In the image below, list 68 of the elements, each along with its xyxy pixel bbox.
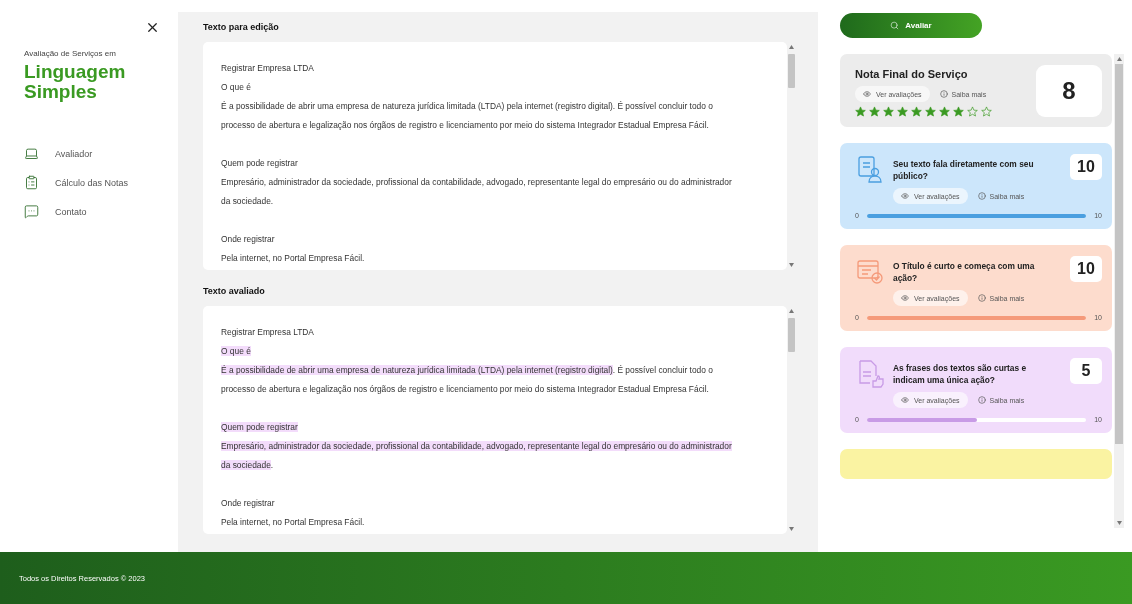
clipboard-icon [24, 175, 39, 190]
score-value: 10 [1070, 154, 1102, 180]
nav-item[interactable]: Cálculo das Notas [24, 175, 178, 190]
text-line: da sociedade. [221, 195, 275, 208]
text-line: Pela internet, no Portal Empresa Fácil. [221, 516, 366, 529]
text-area[interactable] [203, 306, 787, 534]
info-icon [977, 396, 986, 404]
text-line: O que é [221, 81, 252, 94]
info-icon [939, 90, 948, 98]
score-value: 8 [1036, 65, 1102, 117]
close-icon [145, 20, 160, 35]
scroll-down-arrow-icon[interactable] [789, 263, 794, 267]
scrollbar[interactable] [1114, 54, 1124, 528]
star-icon [967, 106, 978, 117]
card-title: Seu texto fala diretamente com seu público? [893, 158, 1035, 182]
eye-icon [901, 396, 909, 404]
document-person-icon [855, 154, 885, 184]
card-title: O Título é curto e começa com uma ação? [893, 260, 1036, 284]
search-icon [890, 21, 900, 30]
evaluate-button[interactable]: Avaliar [840, 13, 982, 38]
text-line: Registrar Empresa LTDA [221, 62, 315, 75]
chat-icon [24, 204, 39, 219]
scroll-thumb[interactable] [788, 318, 795, 352]
app-subtitle: Avaliação de Serviços em [24, 49, 117, 58]
text-line: da sociedade. [221, 459, 275, 472]
star-icon [925, 106, 936, 117]
scroll-thumb[interactable] [788, 54, 795, 88]
star-icon [953, 106, 964, 117]
scroll-down-arrow-icon[interactable] [789, 527, 794, 531]
star-icon [883, 106, 894, 117]
info-icon [977, 192, 986, 200]
section-heading: Texto avaliado [203, 286, 266, 296]
score-value: 10 [1070, 256, 1102, 282]
eye-icon [901, 192, 909, 200]
text-line: Registrar Empresa LTDA [221, 326, 315, 339]
text-line: É a possibilidade de abrir uma empresa de natureza jurídica limitada (LTDA) pela internet (registro digital). É possível concluir todo o [221, 100, 714, 113]
star-icon [897, 106, 908, 117]
text-area[interactable] [203, 42, 787, 270]
info-icon [977, 294, 986, 302]
laptop-icon [24, 146, 39, 161]
close-button[interactable] [145, 20, 160, 35]
eye-icon [863, 90, 871, 98]
eye-icon [901, 294, 909, 302]
score-value: 5 [1070, 358, 1102, 384]
text-line: processo de abertura e legalização nos órgãos de registro e licenciamento por meio do sistema Integrador Estadual Empresa Fácil. [221, 383, 710, 396]
star-icon [981, 106, 992, 117]
nav-item[interactable]: Avaliador [24, 146, 178, 161]
nav-item[interactable]: Contato [24, 204, 178, 219]
text-line: Pela internet, no Portal Empresa Fácil. [221, 252, 366, 265]
text-line: processo de abertura e legalização nos órgãos de registro e licenciamento por meio do sistema Integrador Estadual Empresa Fácil. [221, 119, 710, 132]
app-logo-text: Linguagem Simples [24, 62, 127, 102]
card-title: Nota Final do Serviço [855, 68, 969, 80]
text-line: Quem pode registrar [221, 157, 299, 170]
star-icon [911, 106, 922, 117]
text-line: Empresário, administrador da sociedade, profissional da contabilidade, advogado, representante legal do empresário ou do administrador [221, 176, 733, 189]
scroll-up-arrow-icon[interactable] [789, 309, 794, 313]
star-icon [939, 106, 950, 117]
text-line: Onde registrar [221, 497, 276, 510]
star-icon [869, 106, 880, 117]
text-line: É a possibilidade de abrir uma empresa de natureza jurídica limitada (LTDA) pela internet (registro digital). É possível concluir todo o [221, 364, 714, 377]
scroll-thumb[interactable] [1115, 64, 1123, 444]
star-icon [855, 106, 866, 117]
scroll-up-arrow-icon[interactable] [1116, 57, 1122, 61]
card-title: As frases dos textos são curtas e indicam uma única ação? [893, 362, 1028, 386]
text-line: Onde registrar [221, 233, 276, 246]
section-heading: Texto para edição [203, 22, 280, 32]
scroll-up-arrow-icon[interactable] [789, 45, 794, 49]
scroll-down-arrow-icon[interactable] [1116, 521, 1122, 525]
